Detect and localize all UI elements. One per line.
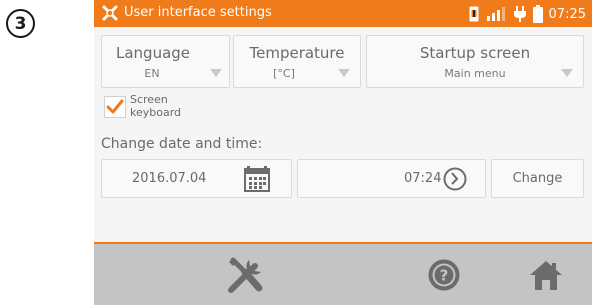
chevron-down-icon (338, 69, 350, 77)
temperature-select[interactable]: Temperature [°C] (233, 35, 361, 88)
step-number-badge: 3 (6, 9, 35, 38)
time-field[interactable]: 07:24 (297, 159, 486, 198)
home-button[interactable] (511, 244, 581, 305)
date-field[interactable]: 2016.07.04 (101, 159, 292, 198)
tools-button[interactable] (211, 244, 281, 305)
language-label: Language (116, 44, 191, 62)
screen-title: User interface settings (124, 5, 272, 20)
startup-screen-value: Main menu (444, 67, 506, 80)
time-value: 07:24 (404, 171, 442, 186)
temperature-value: [°C] (273, 67, 295, 80)
status-icons: 07:25 (469, 4, 586, 24)
startup-screen-label: Startup screen (419, 44, 531, 62)
language-value: EN (144, 67, 160, 80)
help-icon: ? (428, 259, 460, 290)
calendar-icon (244, 166, 270, 192)
change-button-label: Change (512, 171, 563, 186)
screen-keyboard-checkbox[interactable] (104, 96, 126, 118)
svg-text:?: ? (440, 266, 449, 284)
power-plug-icon (513, 6, 526, 22)
clock-icon (443, 167, 467, 191)
screen-keyboard-label: Screen keyboard (130, 93, 182, 119)
battery-icon (532, 5, 543, 23)
help-button[interactable]: ? (409, 244, 479, 305)
language-select[interactable]: Language EN (101, 35, 230, 88)
signal-icon (486, 7, 505, 21)
startup-screen-select[interactable]: Startup screen Main menu (366, 35, 584, 88)
datetime-section-title: Change date and time: (101, 136, 263, 152)
settings-icon (102, 5, 118, 21)
footer-toolbar: ? (94, 244, 592, 305)
home-icon (530, 260, 562, 290)
chevron-down-icon (561, 69, 573, 77)
status-bar: User interface settings 07:25 (94, 0, 592, 27)
change-datetime-button[interactable]: Change (491, 159, 584, 198)
sim-card-icon (469, 6, 479, 22)
status-time: 07:25 (548, 6, 586, 22)
tools-icon (228, 257, 263, 293)
device-screen: User interface settings 07:25 Language E… (94, 0, 592, 305)
chevron-down-icon (210, 69, 222, 77)
checkmark-icon (106, 99, 124, 114)
temperature-label: Temperature (249, 44, 345, 62)
date-value: 2016.07.04 (132, 171, 207, 186)
